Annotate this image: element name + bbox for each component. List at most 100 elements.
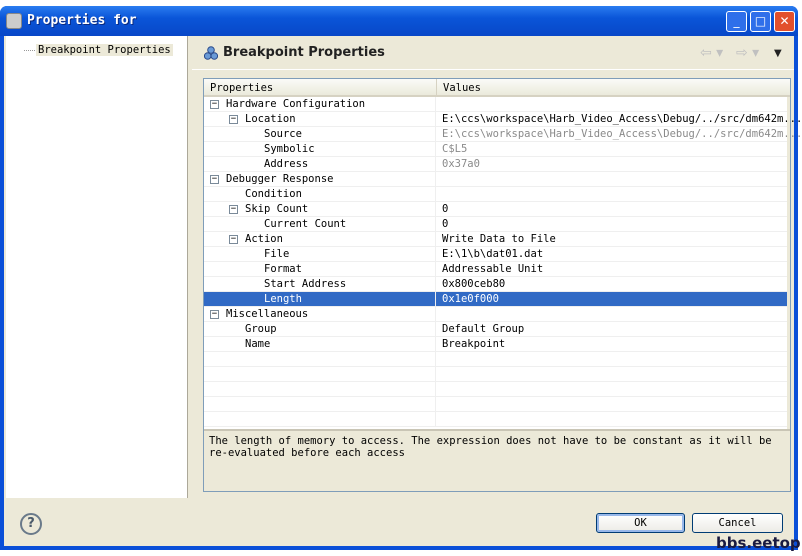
scrollbar[interactable]: [787, 97, 790, 429]
tree-item-breakpoint-properties[interactable]: Breakpoint Properties: [36, 44, 173, 56]
property-value[interactable]: Write Data to File: [442, 232, 556, 247]
property-label: File: [264, 248, 290, 260]
collapse-icon[interactable]: −: [210, 310, 219, 319]
property-cell: − Action: [204, 232, 436, 247]
property-description: The length of memory to access. The expr…: [204, 429, 790, 491]
property-label: Hardware Configuration: [226, 98, 366, 110]
collapse-icon[interactable]: −: [229, 115, 238, 124]
empty-row: [204, 412, 787, 427]
page-title: Breakpoint Properties: [223, 45, 385, 60]
empty-row: [204, 352, 787, 367]
column-header-values[interactable]: Values: [437, 79, 790, 97]
property-label: Location: [245, 113, 296, 125]
help-icon[interactable]: ?: [20, 513, 42, 535]
property-label: Format: [264, 263, 302, 275]
property-label: Length: [264, 293, 302, 305]
table-row[interactable]: Group Default Group: [204, 322, 787, 337]
table-row[interactable]: − Skip Count 0: [204, 202, 787, 217]
page-tree: Breakpoint Properties: [6, 36, 188, 498]
property-cell: Current Count: [204, 217, 436, 232]
page-header: Breakpoint Properties ⇦ ▾ ⇨ ▾ ▼: [192, 36, 794, 70]
watermark: bbs.eetop.cn: [716, 534, 802, 552]
app-icon: [6, 13, 22, 29]
property-label: Name: [245, 338, 271, 350]
table-row[interactable]: − Action Write Data to File: [204, 232, 787, 247]
view-menu-button[interactable]: ▼: [774, 48, 782, 59]
properties-table: Properties Values − Hardware Configuratio…: [203, 78, 802, 492]
table-row[interactable]: − Location E:\ccs\workspace\Harb_Video_Acc…: [204, 112, 802, 127]
property-cell: File: [204, 247, 436, 262]
property-cell: − Location: [204, 112, 436, 127]
table-row[interactable]: − Debugger Response: [204, 172, 787, 187]
dialog-body: Breakpoint Properties Breakpoint Propert…: [4, 36, 802, 546]
properties-dialog: Properties for _ □ ✕ Breakpoint Properti…: [0, 6, 802, 550]
property-label: Symbolic: [264, 143, 315, 155]
property-value[interactable]: C$L5: [442, 142, 467, 157]
property-value[interactable]: Addressable Unit: [442, 262, 543, 277]
table-row[interactable]: Current Count 0: [204, 217, 787, 232]
property-label: Group: [245, 323, 277, 335]
column-header-properties[interactable]: Properties: [204, 79, 437, 97]
empty-row: [204, 397, 787, 412]
table-row[interactable]: Start Address 0x800ceb80: [204, 277, 787, 292]
property-label: Source: [264, 128, 302, 140]
property-cell: Address: [204, 157, 436, 172]
property-label: Start Address: [264, 278, 347, 290]
property-cell: Start Address: [204, 277, 436, 292]
property-label: Action: [245, 233, 283, 245]
property-value[interactable]: 0x37a0: [442, 157, 480, 172]
table-row[interactable]: − Hardware Configuration: [204, 97, 787, 112]
property-cell: Symbolic: [204, 142, 436, 157]
back-button[interactable]: ⇦ ▾: [700, 45, 723, 61]
ok-button[interactable]: OK: [596, 513, 685, 533]
property-cell: − Debugger Response: [204, 172, 436, 187]
property-cell: Name: [204, 337, 436, 352]
forward-button[interactable]: ⇨ ▾: [736, 45, 759, 61]
close-button[interactable]: ✕: [774, 11, 795, 32]
collapse-icon[interactable]: −: [229, 235, 238, 244]
table-row[interactable]: Address 0x37a0: [204, 157, 787, 172]
window-title: Properties for: [27, 13, 137, 28]
property-value[interactable]: E:\1\b\dat01.dat: [442, 247, 543, 262]
property-value[interactable]: E:\ccs\workspace\Harb_Video_Access\Debug…: [442, 112, 802, 127]
collapse-icon[interactable]: −: [210, 100, 219, 109]
collapse-icon[interactable]: −: [210, 175, 219, 184]
table-row[interactable]: Format Addressable Unit: [204, 262, 787, 277]
property-cell: Group: [204, 322, 436, 337]
property-cell: Condition: [204, 187, 436, 202]
breakpoint-group-icon: [204, 46, 218, 60]
property-label: Current Count: [264, 218, 347, 230]
collapse-icon[interactable]: −: [229, 205, 238, 214]
table-body: − Hardware Configuration − Location E:\ccs\w…: [204, 97, 802, 427]
table-row[interactable]: Name Breakpoint: [204, 337, 787, 352]
minimize-button[interactable]: _: [726, 11, 747, 32]
property-value[interactable]: 0: [442, 202, 448, 217]
table-row[interactable]: Symbolic C$L5: [204, 142, 787, 157]
property-value[interactable]: Default Group: [442, 322, 524, 337]
empty-row: [204, 382, 787, 397]
table-row[interactable]: − Miscellaneous: [204, 307, 787, 322]
property-label: Debugger Response: [226, 173, 334, 185]
title-bar[interactable]: Properties for _ □ ✕: [0, 6, 798, 36]
property-label: Condition: [245, 188, 302, 200]
property-cell: − Skip Count: [204, 202, 436, 217]
maximize-button[interactable]: □: [750, 11, 771, 32]
property-value[interactable]: 0x1e0f000: [442, 292, 499, 307]
tree-connector: [24, 50, 35, 51]
empty-row: [204, 367, 787, 382]
property-value[interactable]: 0: [442, 217, 448, 232]
property-cell: Source: [204, 127, 436, 142]
cancel-button[interactable]: Cancel: [692, 513, 783, 533]
table-row[interactable]: Source E:\ccs\workspace\Harb_Video_Access…: [204, 127, 802, 142]
property-cell: − Miscellaneous: [204, 307, 436, 322]
property-cell: Format: [204, 262, 436, 277]
property-value[interactable]: E:\ccs\workspace\Harb_Video_Access\Debug…: [442, 127, 802, 142]
table-row[interactable]: File E:\1\b\dat01.dat: [204, 247, 787, 262]
table-row[interactable]: Condition: [204, 187, 787, 202]
property-label: Skip Count: [245, 203, 309, 215]
table-row[interactable]: Length 0x1e0f000: [204, 292, 787, 307]
property-label: Address: [264, 158, 309, 170]
property-cell: Length: [204, 292, 436, 307]
property-value[interactable]: Breakpoint: [442, 337, 505, 352]
property-value[interactable]: 0x800ceb80: [442, 277, 505, 292]
